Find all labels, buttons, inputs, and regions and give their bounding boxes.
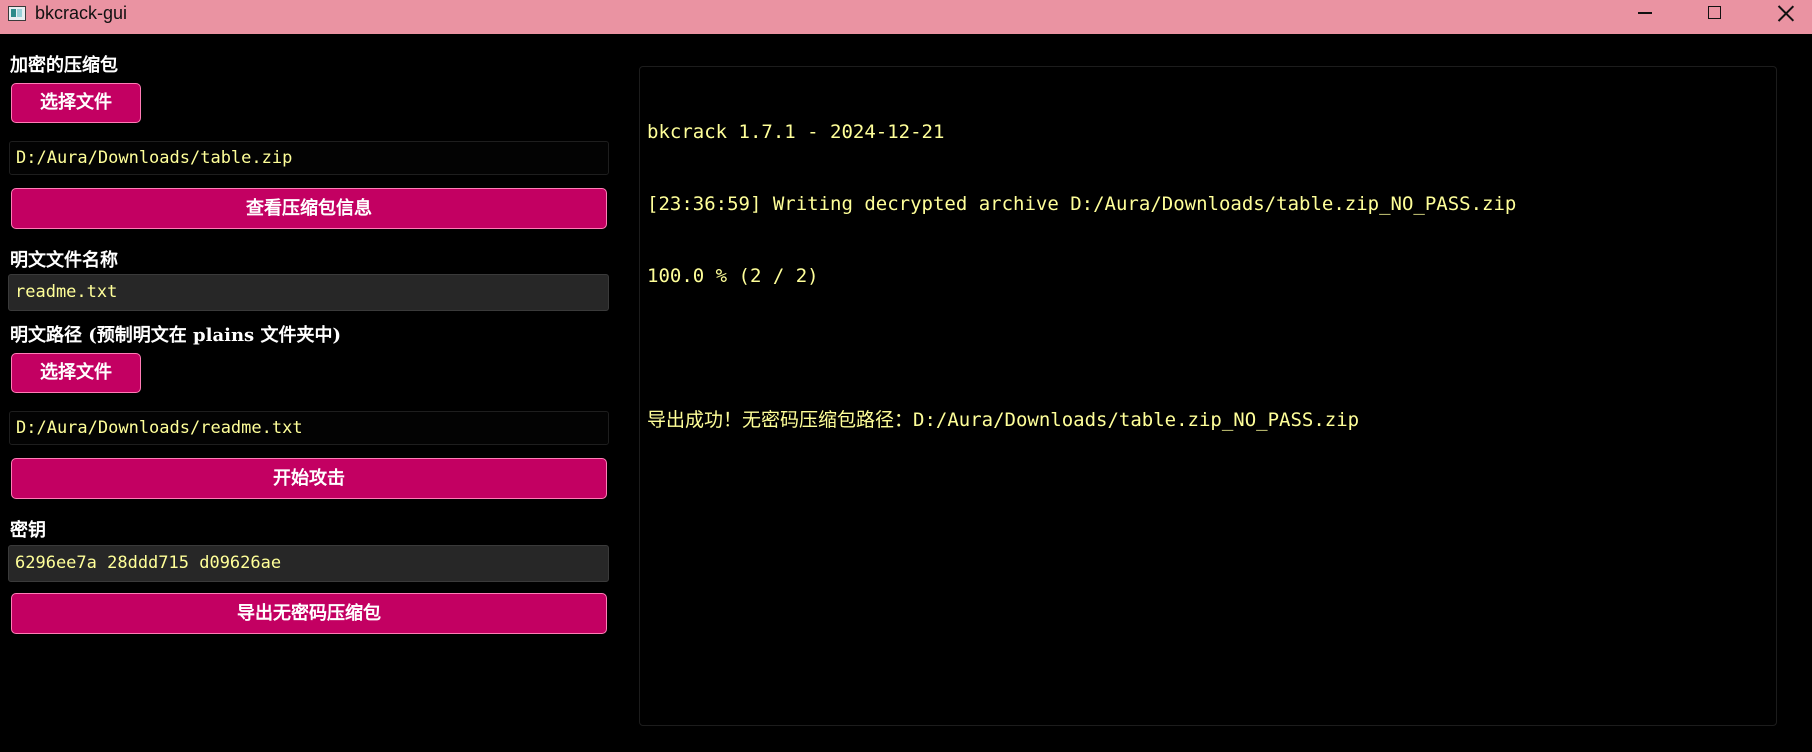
log-line: 100.0 % (2 / 2) bbox=[647, 265, 819, 287]
plain-path-label: 明文路径 (预制明文在 plains 文件夹中) bbox=[10, 325, 341, 346]
title-bar[interactable]: bkcrack-gui bbox=[0, 0, 1812, 34]
maximize-button[interactable] bbox=[1680, 0, 1750, 28]
log-line-success: 导出成功！无密码压缩包路径：D:/Aura/Downloads/table.zi… bbox=[647, 409, 1360, 431]
start-attack-button[interactable]: 开始攻击 bbox=[11, 458, 607, 499]
app-icon bbox=[8, 6, 26, 21]
key-input[interactable]: 6296ee7a 28ddd715 d09626ae bbox=[8, 545, 609, 582]
plain-name-label: 明文文件名称 bbox=[10, 250, 118, 271]
key-label: 密钥 bbox=[10, 520, 46, 541]
log-output[interactable]: bkcrack 1.7.1 - 2024-12-21 [23:36:59] Wr… bbox=[639, 66, 1777, 726]
export-no-pass-button[interactable]: 导出无密码压缩包 bbox=[11, 593, 607, 634]
minimize-button[interactable] bbox=[1610, 0, 1680, 28]
log-line: [23:36:59] Writing decrypted archive D:/… bbox=[647, 193, 1517, 215]
close-button[interactable] bbox=[1750, 0, 1812, 28]
log-lines: bkcrack 1.7.1 - 2024-12-21 [23:36:59] Wr… bbox=[647, 72, 1516, 480]
choose-zip-button[interactable]: 选择文件 bbox=[11, 83, 141, 123]
plain-name-input[interactable]: readme.txt bbox=[8, 274, 609, 311]
view-zip-info-button[interactable]: 查看压缩包信息 bbox=[11, 188, 607, 229]
encrypted-zip-label: 加密的压缩包 bbox=[10, 55, 118, 76]
plain-path-field[interactable]: D:/Aura/Downloads/readme.txt bbox=[9, 411, 609, 445]
app-window: bkcrack-gui 加密的压缩包 选择文件 D:/Aura/Download… bbox=[0, 0, 1812, 752]
zip-path-field[interactable]: D:/Aura/Downloads/table.zip bbox=[9, 141, 609, 175]
minimize-icon bbox=[1638, 12, 1652, 14]
log-line: bkcrack 1.7.1 - 2024-12-21 bbox=[647, 121, 945, 143]
choose-plain-button[interactable]: 选择文件 bbox=[11, 353, 141, 393]
window-title: bkcrack-gui bbox=[35, 3, 128, 23]
maximize-icon bbox=[1708, 6, 1721, 19]
close-icon bbox=[1777, 4, 1795, 22]
